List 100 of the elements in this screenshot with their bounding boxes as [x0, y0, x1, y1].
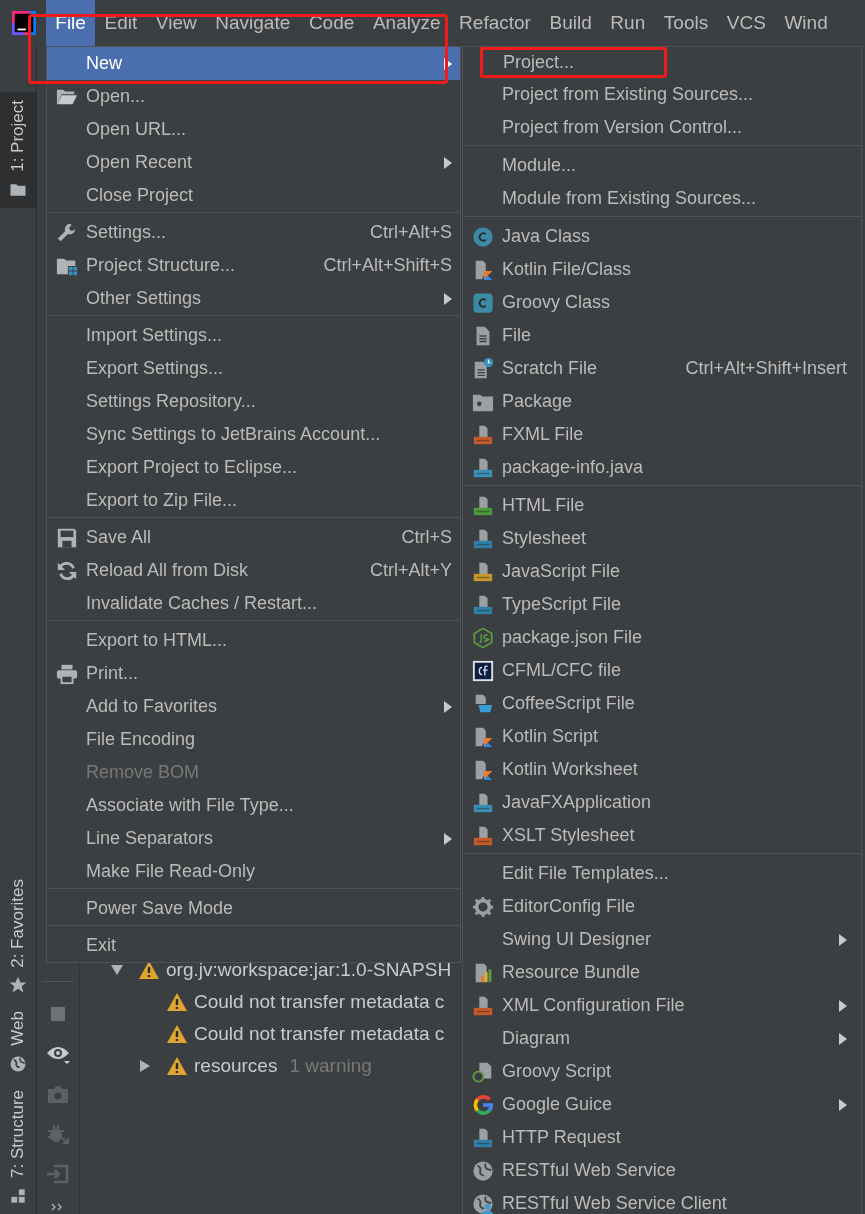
menu-item[interactable]: Export Settings... — [47, 352, 460, 385]
menu-bar-item[interactable]: Code — [299, 0, 364, 46]
menu-item[interactable]: XML Configuration File — [463, 989, 861, 1022]
menu-item[interactable]: Export Project to Eclipse... — [47, 451, 460, 484]
submenu-arrow-icon — [839, 1098, 847, 1111]
menu-bar-item[interactable]: Run — [601, 0, 655, 46]
gear-icon — [472, 895, 494, 918]
menu-item[interactable]: Sync Settings to JetBrains Account... — [47, 418, 460, 451]
menu-item[interactable]: Groovy Script — [463, 1055, 861, 1088]
menu-item[interactable]: RESTful Web Service Client — [463, 1187, 861, 1214]
menu-item[interactable]: New — [47, 47, 460, 80]
menu-item[interactable]: File Encoding — [47, 723, 460, 756]
menu-item[interactable]: package-info.java — [463, 451, 861, 484]
menu-bar-item[interactable]: View — [146, 0, 206, 46]
menu-item[interactable]: CFML/CFC file — [463, 654, 861, 687]
warning-icon — [166, 992, 188, 1012]
menu-item[interactable]: Groovy Class — [463, 286, 861, 319]
tool-window-tab[interactable]: 1: Project — [0, 92, 36, 208]
submenu-arrow-icon — [444, 832, 452, 845]
submenu-arrow-icon — [839, 933, 847, 946]
menu-item[interactable]: Settings... Ctrl+Alt+S — [47, 216, 460, 249]
menu-item[interactable]: Import Settings... — [47, 319, 460, 352]
menu-bar-item[interactable]: VCS — [717, 0, 776, 46]
menu-bar-item[interactable]: Refactor — [449, 0, 541, 46]
menu-item[interactable]: Save All Ctrl+S — [47, 521, 460, 554]
menu-item[interactable]: Open... — [47, 80, 460, 113]
menu-item[interactable]: JavaFXApplication — [463, 786, 861, 819]
file-icon — [472, 527, 494, 550]
menu-bar-item[interactable]: Analyze — [363, 0, 450, 46]
tree-item[interactable]: Could not transfer metadata c — [194, 991, 445, 1013]
menu-bar-item[interactable]: Tools — [654, 0, 718, 46]
menu-item[interactable]: Kotlin Worksheet — [463, 753, 861, 786]
menu-item[interactable]: Other Settings — [47, 282, 460, 315]
tool-window-tab[interactable]: Web — [0, 1003, 36, 1083]
menu-item[interactable]: XSLT Stylesheet — [463, 819, 861, 852]
expand-arrow-icon[interactable] — [138, 1059, 152, 1073]
menu-item[interactable]: Add to Favorites — [47, 690, 460, 723]
menu-item[interactable]: Export to Zip File... — [47, 484, 460, 517]
collapse-arrow-icon[interactable] — [110, 963, 124, 977]
file-icon — [472, 994, 494, 1017]
menu-item[interactable]: CoffeeScript File — [463, 687, 861, 720]
menu-item[interactable]: Power Save Mode — [47, 892, 460, 925]
menu-item[interactable]: TypeScript File — [463, 588, 861, 621]
menu-item[interactable]: Swing UI Designer — [463, 923, 861, 956]
hexagon-icon — [472, 626, 494, 649]
menu-item[interactable]: Module... — [463, 149, 861, 182]
menu-item[interactable]: Package — [463, 385, 861, 418]
warning-count: 1 warning — [289, 1055, 372, 1077]
file-icon — [472, 423, 494, 446]
menu-item[interactable]: Module from Existing Sources... — [463, 182, 861, 215]
menu-item[interactable]: HTTP Request — [463, 1121, 861, 1154]
menu-item[interactable]: Close Project — [47, 179, 460, 212]
menu-item[interactable]: Settings Repository... — [47, 385, 460, 418]
class-icon — [472, 225, 494, 248]
menu-item[interactable]: Invalidate Caches / Restart... — [47, 587, 460, 620]
menu-item[interactable]: Google Guice — [463, 1088, 861, 1121]
menu-bar-item[interactable]: Build — [540, 0, 602, 46]
tree-item[interactable]: org.jv:workspace:jar:1.0-SNAPSH — [166, 959, 452, 981]
tool-window-tab[interactable]: 7: Structure — [0, 1082, 36, 1214]
menu-item[interactable]: EditorConfig File — [463, 890, 861, 923]
menu-item[interactable]: Open Recent — [47, 146, 460, 179]
menu-item[interactable]: Reload All from Disk Ctrl+Alt+Y — [47, 554, 460, 587]
square-icon — [472, 659, 494, 682]
menu-item[interactable]: Export to HTML... — [47, 624, 460, 657]
menu-item[interactable]: Scratch File Ctrl+Alt+Shift+Insert — [463, 352, 861, 385]
file-icon — [472, 593, 494, 616]
menu-item[interactable]: Project... — [463, 47, 861, 78]
menu-item[interactable]: Java Class — [463, 220, 861, 253]
menu-item[interactable]: JavaScript File — [463, 555, 861, 588]
menu-item[interactable]: Kotlin Script — [463, 720, 861, 753]
menu-item[interactable]: File — [463, 319, 861, 352]
menu-item[interactable]: Associate with File Type... — [47, 789, 460, 822]
menu-item[interactable]: Project Structure... Ctrl+Alt+Shift+S — [47, 249, 460, 282]
menu-item[interactable]: Make File Read-Only — [47, 855, 460, 888]
menu-item[interactable]: package.json File — [463, 621, 861, 654]
menu-item[interactable]: HTML File — [463, 489, 861, 522]
file-icon — [472, 791, 494, 814]
menu-item[interactable]: RESTful Web Service — [463, 1154, 861, 1187]
submenu-arrow-icon — [839, 999, 847, 1012]
menu-item[interactable]: Print... — [47, 657, 460, 690]
menu-bar-item[interactable]: Wind — [775, 0, 838, 46]
menu-item[interactable]: Line Separators — [47, 822, 460, 855]
menu-bar-item[interactable]: Navigate — [206, 0, 300, 46]
menu-item[interactable]: Project from Existing Sources... — [463, 78, 861, 111]
menu-item[interactable]: Edit File Templates... — [463, 857, 861, 890]
tree-item[interactable]: Could not transfer metadata c — [194, 1023, 445, 1045]
submenu-arrow-icon — [444, 57, 452, 70]
menu-item[interactable]: Resource Bundle — [463, 956, 861, 989]
file-icon — [472, 456, 494, 479]
tree-item[interactable]: resources — [194, 1055, 278, 1077]
tool-window-tab[interactable]: 2: Favorites — [0, 870, 36, 1004]
menu-item[interactable]: FXML File — [463, 418, 861, 451]
menu-item[interactable]: Exit — [47, 929, 460, 962]
menu-item[interactable]: Project from Version Control... — [463, 111, 861, 144]
submenu-arrow-icon — [444, 156, 452, 169]
menu-item[interactable]: Stylesheet — [463, 522, 861, 555]
menu-item[interactable]: Diagram — [463, 1022, 861, 1055]
menu-item[interactable]: Open URL... — [47, 113, 460, 146]
file-icon — [472, 1060, 494, 1083]
menu-item[interactable]: Kotlin File/Class — [463, 253, 861, 286]
